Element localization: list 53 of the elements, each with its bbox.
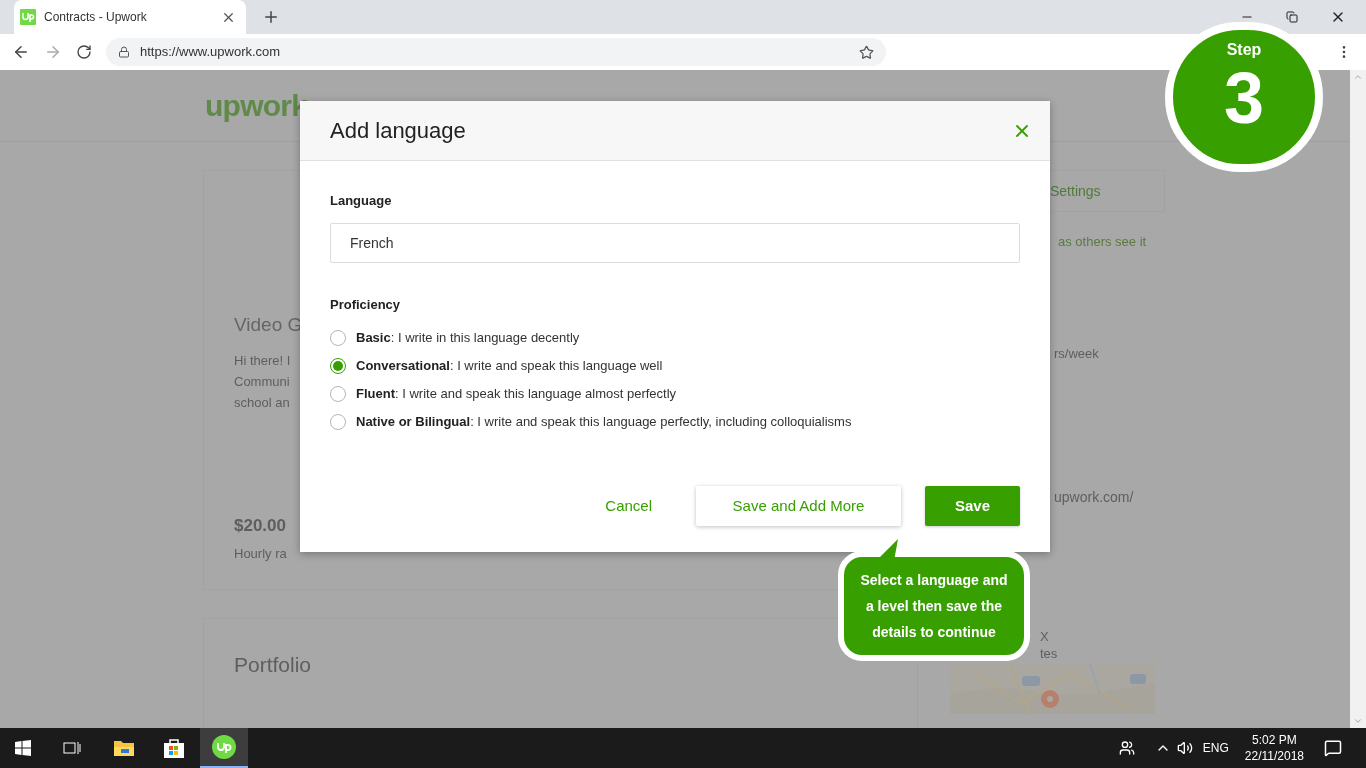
hourly-rate-label: Hourly ra — [234, 545, 287, 563]
proficiency-option-label[interactable]: Fluent: I write and speak this language almost perfectly — [356, 384, 677, 404]
browser-tab[interactable]: Contracts - Upwork — [14, 0, 246, 34]
step-label: Step — [1226, 40, 1262, 60]
profile-description: school an — [234, 393, 290, 412]
proficiency-option-label[interactable]: Basic: I write in this language decently — [356, 328, 580, 348]
location-text: tes — [1040, 645, 1058, 662]
clock-time: 5:02 PM — [1252, 732, 1297, 748]
radio-button[interactable] — [330, 386, 346, 402]
field-label: Language — [330, 192, 393, 210]
new-tab-icon[interactable] — [262, 8, 280, 26]
language-field[interactable]: French — [330, 222, 1020, 263]
site-favicon — [20, 9, 36, 25]
volume-icon[interactable] — [1176, 740, 1193, 756]
radio-button[interactable] — [330, 358, 346, 374]
profile-description: Communi — [234, 372, 290, 391]
file-explorer-icon[interactable] — [113, 739, 135, 757]
address-bar[interactable]: https://www.upwork.com — [106, 38, 886, 66]
people-icon[interactable] — [1118, 740, 1135, 756]
field-label: Proficiency — [330, 295, 402, 314]
notification-icon[interactable] — [1324, 739, 1342, 757]
tab-title: Contracts - Upwork — [44, 9, 148, 26]
windows-start-icon[interactable] — [15, 740, 31, 756]
restore-icon[interactable] — [1286, 11, 1298, 23]
callout-text: Select a language and — [860, 571, 1008, 590]
profile-url: upwork.com/ — [1054, 488, 1134, 507]
step-number: 3 — [1223, 60, 1264, 136]
radio-button[interactable] — [330, 330, 346, 346]
callout-text: details to continue — [872, 623, 996, 642]
store-icon[interactable] — [163, 737, 185, 759]
profile-description: Hi there! I — [234, 351, 291, 370]
proficiency-option-label[interactable]: Conversational: I write and speak this language well — [356, 356, 663, 376]
location-text: X — [1040, 628, 1049, 645]
back-icon[interactable] — [12, 43, 30, 61]
portfolio-title: Portfolio — [234, 653, 312, 676]
callout-text: a level then save the — [865, 597, 1003, 616]
language-indicator[interactable]: ENG — [1202, 739, 1229, 757]
reload-icon[interactable] — [76, 44, 92, 60]
task-view-icon[interactable] — [63, 740, 81, 756]
proficiency-option-label[interactable]: Native or Bilingual: I write and speak this language perfectly, including colloquialisms — [356, 412, 852, 432]
clock[interactable]: 5:02 PM 22/11/2018 — [1244, 732, 1304, 764]
url-text: https://www.upwork.com — [140, 43, 282, 62]
save-and-add-more-button[interactable]: Save and Add More — [696, 486, 901, 526]
taskbar-app-button[interactable] — [200, 728, 248, 768]
availability-text: rs/week — [1054, 344, 1099, 363]
clock-date: 22/11/2018 — [1244, 748, 1304, 764]
dialog-title: Add language — [330, 117, 466, 145]
bookmark-star-icon[interactable] — [859, 44, 874, 60]
cancel-button[interactable]: Cancel — [585, 486, 672, 526]
lock-icon — [118, 46, 130, 58]
hourly-rate: $20.00 — [234, 514, 286, 537]
app-logo-icon — [212, 735, 236, 759]
radio-button[interactable] — [330, 414, 346, 430]
